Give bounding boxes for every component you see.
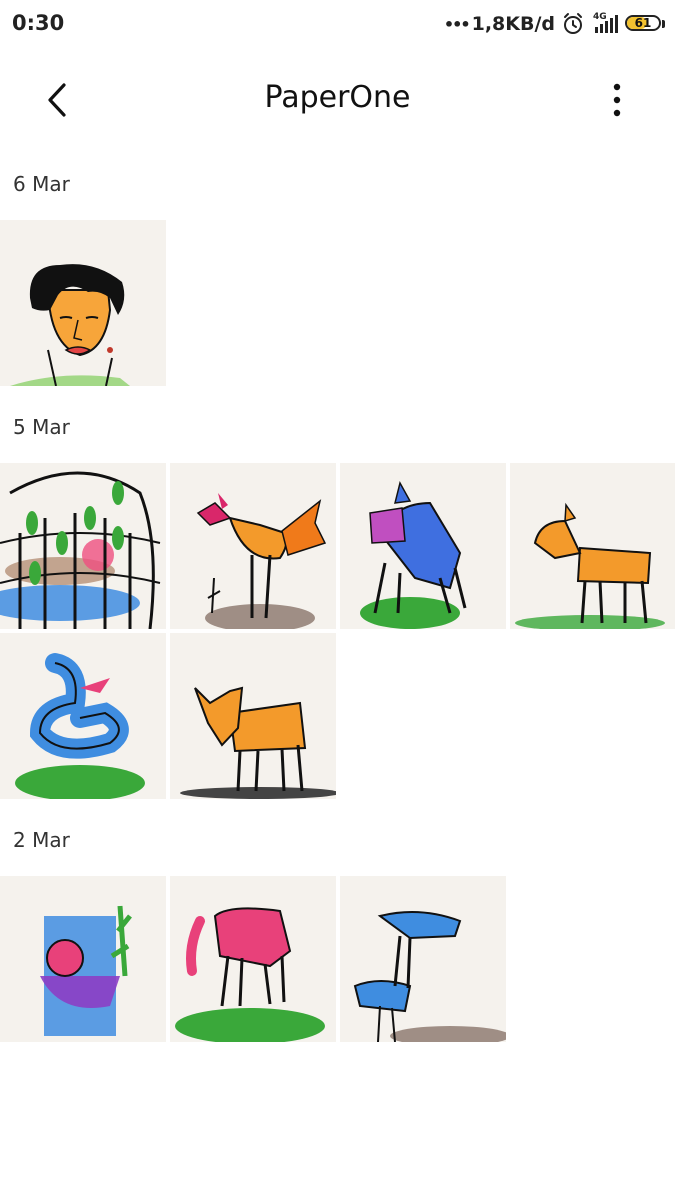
status-time: 0:30 [12, 11, 65, 35]
orange-horse-thumbnail [515, 502, 665, 629]
drawing-blue-snake[interactable] [0, 633, 166, 799]
pink-elephant-thumbnail [175, 907, 325, 1042]
blue-horse-thumbnail [360, 480, 467, 629]
rooster-thumbnail [196, 493, 327, 629]
status-indicators: ••• 1,8KB/d 4G 61 [444, 10, 665, 38]
woman-with-plant-thumbnail [40, 905, 132, 1036]
battery-icon: 61 [625, 15, 665, 33]
app-bar: PaperOne [0, 50, 675, 150]
orange-fox-thumbnail [180, 686, 336, 799]
network-dots: ••• [443, 14, 471, 34]
more-vertical-icon [613, 83, 621, 117]
battery-level: 61 [634, 16, 652, 30]
alarm-icon [564, 13, 582, 34]
section-date-5-mar: 5 Mar [13, 415, 70, 439]
drawing-blue-bird[interactable] [340, 876, 506, 1042]
portrait-woman-thumbnail [10, 264, 130, 386]
drawing-cage-garden[interactable] [0, 463, 166, 629]
section-date-6-mar: 6 Mar [13, 172, 70, 196]
page-title: PaperOne [264, 80, 411, 115]
drawing-orange-fox[interactable] [170, 633, 336, 799]
blue-bird-thumbnail [353, 911, 506, 1042]
section-date-2-mar: 2 Mar [13, 828, 70, 852]
battery-tip [662, 20, 665, 28]
network-speed: 1,8KB/d [471, 13, 555, 35]
drawing-blue-horse[interactable] [340, 463, 506, 629]
blue-snake-thumbnail [15, 653, 145, 799]
cage-garden-thumbnail [0, 471, 161, 629]
drawing-portrait-woman[interactable] [0, 220, 166, 386]
drawing-orange-horse[interactable] [510, 463, 675, 629]
network-type: 4G [593, 12, 607, 22]
drawing-rooster[interactable] [170, 463, 336, 629]
drawing-woman-with-plant[interactable] [0, 876, 166, 1042]
more-options-button[interactable] [597, 78, 637, 122]
drawing-pink-elephant[interactable] [170, 876, 336, 1042]
status-bar: 0:30 ••• 1,8KB/d 4G 61 [0, 0, 675, 50]
